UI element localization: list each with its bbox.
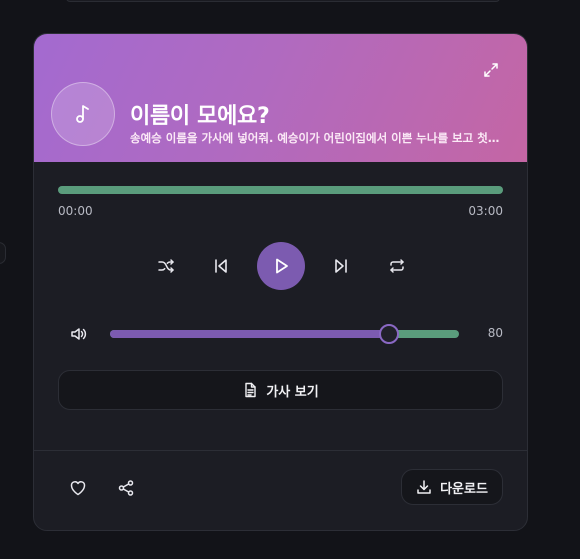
song-title: 이름이 모에요?: [130, 104, 270, 129]
volume-slider[interactable]: [110, 324, 459, 344]
previous-card-edge: [66, 0, 500, 2]
repeat-button[interactable]: [385, 254, 409, 278]
progress-fill: [58, 186, 503, 194]
expand-button[interactable]: [481, 60, 501, 80]
document-icon: [245, 382, 257, 398]
previous-button[interactable]: [209, 254, 233, 278]
player-header: 이름이 모에요? 송예승 이름을 가사에 넣어줘. 예승이가 어린이집에서 이쁜…: [34, 34, 527, 162]
volume-value: 80: [487, 326, 503, 340]
share-icon: [118, 480, 134, 496]
heart-icon: [70, 481, 86, 496]
album-cover: [51, 82, 115, 146]
download-button[interactable]: 다운로드: [401, 469, 503, 505]
music-note-icon: [76, 105, 89, 123]
download-label: 다운로드: [440, 481, 488, 497]
view-lyrics-button[interactable]: 가사 보기: [58, 370, 503, 410]
music-player-card: 이름이 모에요? 송예승 이름을 가사에 넣어줘. 예승이가 어린이집에서 이쁜…: [33, 33, 528, 531]
current-time: 00:00: [58, 204, 93, 218]
total-duration: 03:00: [468, 204, 503, 218]
shuffle-button[interactable]: [154, 254, 178, 278]
view-lyrics-label: 가사 보기: [266, 384, 319, 400]
play-icon: [276, 258, 288, 274]
download-icon: [417, 480, 431, 494]
footer-divider: [34, 450, 527, 451]
like-button[interactable]: [67, 477, 89, 499]
volume-icon: [71, 328, 87, 340]
play-button[interactable]: [257, 242, 305, 290]
side-panel-edge: [0, 242, 6, 264]
repeat-icon: [390, 259, 404, 273]
skip-forward-icon: [335, 259, 347, 273]
progress-bar[interactable]: [58, 186, 503, 194]
song-description: 송예승 이름을 가사에 넣어줘. 예승이가 어린이집에서 이쁜 누나를 보고 첫…: [130, 131, 504, 145]
volume-slider-thumb[interactable]: [379, 324, 400, 344]
shuffle-icon: [158, 259, 174, 273]
expand-icon: [484, 63, 498, 77]
next-button[interactable]: [329, 254, 353, 278]
volume-button[interactable]: [68, 324, 88, 344]
skip-back-icon: [215, 259, 227, 273]
share-button[interactable]: [115, 477, 137, 499]
volume-fill: [110, 330, 390, 338]
